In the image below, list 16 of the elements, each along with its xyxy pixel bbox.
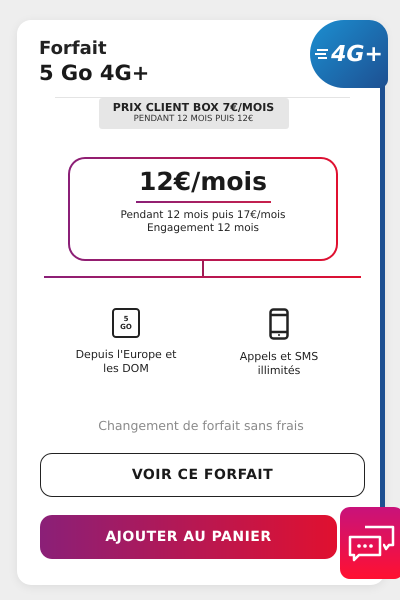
- price-detail: Pendant 12 mois puis 17€/mois: [120, 209, 286, 222]
- view-plan-button[interactable]: VOIR CE FORFAIT: [40, 453, 365, 497]
- price-detail: Engagement 12 mois: [146, 222, 260, 235]
- promo-subtitle: PENDANT 12 MOIS PUIS 12€: [134, 114, 254, 124]
- feature-label: Depuis l'Europe et les DOM: [74, 348, 178, 376]
- promo-title: PRIX CLIENT BOX 7€/MOIS: [112, 101, 274, 114]
- plan-note: Changement de forfait sans frais: [98, 418, 304, 433]
- phone-icon: [269, 308, 289, 340]
- plan-name: 5 Go 4G+: [39, 61, 150, 85]
- feature-label: Appels et SMS illimités: [238, 350, 320, 378]
- add-to-cart-button[interactable]: AJOUTER AU PANIER: [40, 515, 337, 559]
- network-badge: 4G+: [310, 20, 388, 88]
- chat-icon: [347, 523, 397, 563]
- price-amount: 12€/mois: [139, 167, 267, 196]
- plan-title: Forfait: [39, 38, 107, 59]
- chat-button[interactable]: [340, 507, 400, 579]
